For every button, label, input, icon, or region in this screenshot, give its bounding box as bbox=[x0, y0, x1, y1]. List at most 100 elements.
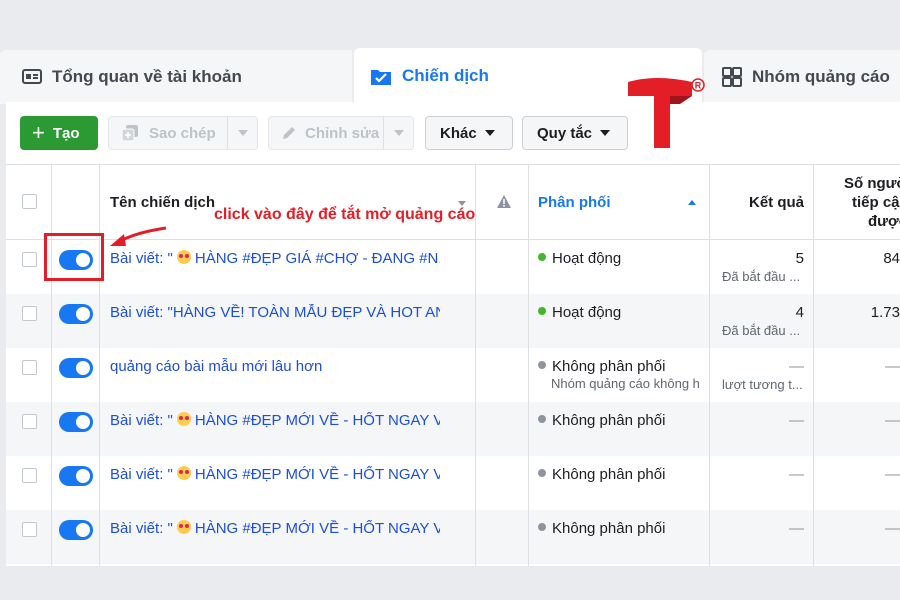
campaign-name-link[interactable]: quảng cáo bài mẫu mới lâu hơn bbox=[110, 358, 440, 375]
result-sub: Đã bắt đầu ... bbox=[722, 269, 801, 284]
warning-icon bbox=[496, 194, 512, 214]
name-text: HÀNG #ĐẸP MỚI VỀ - HỐT NGAY V... bbox=[194, 520, 440, 537]
rules-button[interactable]: Quy tắc bbox=[522, 116, 628, 150]
rules-label: Quy tắc bbox=[537, 124, 593, 142]
campaign-toggle[interactable] bbox=[59, 304, 93, 324]
header-campaign-name[interactable]: Tên chiến dịch bbox=[110, 194, 215, 211]
table-row: Bài viết: " HÀNG #ĐẸP MỚI VỀ - HỐT NGAY V… bbox=[6, 402, 900, 456]
row-checkbox[interactable] bbox=[22, 252, 37, 267]
more-label: Khác bbox=[440, 124, 477, 142]
page-footer bbox=[0, 566, 900, 600]
delivery-label: Hoạt động bbox=[552, 250, 622, 267]
heart-eyes-emoji-icon bbox=[176, 250, 191, 265]
edit-dropdown[interactable] bbox=[383, 117, 413, 149]
name-text: HÀNG #ĐẸP GIÁ #CHỢ - ĐANG #N... bbox=[194, 250, 440, 267]
column-divider bbox=[528, 164, 529, 566]
duplicate-icon bbox=[121, 124, 139, 142]
caret-down-icon bbox=[237, 130, 248, 136]
row-checkbox[interactable] bbox=[22, 360, 37, 375]
annotation-highlight-box bbox=[44, 233, 104, 281]
annotation-text: click vào đây để tắt mở quảng cáo bbox=[214, 206, 476, 223]
header-reach-line2[interactable]: tiếp cận bbox=[852, 194, 900, 211]
reach-value: — bbox=[885, 520, 900, 537]
name-text: HÀNG #ĐẸP MỚI VỀ - HỐT NGAY V... bbox=[194, 412, 440, 429]
name-text: HÀNG #ĐẸP MỚI VỀ - HỐT NGAY V... bbox=[194, 466, 440, 483]
column-divider bbox=[51, 164, 52, 566]
column-divider bbox=[99, 164, 100, 566]
delivery-label: Không phân phối bbox=[552, 466, 666, 483]
delivery-status: Không phân phối bbox=[538, 520, 708, 537]
campaign-toggle[interactable] bbox=[59, 358, 93, 378]
delivery-status: Không phân phối bbox=[538, 358, 708, 375]
tab-bar: Tổng quan về tài khoản Chiến dịch Nhóm q… bbox=[0, 0, 900, 104]
edit-label: Chỉnh sửa bbox=[305, 124, 380, 142]
reach-value: — bbox=[885, 412, 900, 429]
row-checkbox[interactable] bbox=[22, 522, 37, 537]
tab-label: Tổng quan về tài khoản bbox=[52, 67, 242, 86]
result-value: 5 bbox=[795, 250, 804, 267]
status-dot-icon bbox=[538, 469, 546, 478]
header-results[interactable]: Kết quả bbox=[749, 194, 804, 211]
column-divider bbox=[475, 164, 476, 566]
campaign-name-link[interactable]: Bài viết: " HÀNG #ĐẸP MỚI VỀ - HỐT NGAY V… bbox=[110, 520, 440, 537]
table-row: Bài viết: " HÀNG #ĐẸP MỚI VỀ - HỐT NGAY V… bbox=[6, 456, 900, 510]
status-dot-icon bbox=[538, 253, 546, 262]
campaign-name-link[interactable]: Bài viết: " HÀNG #ĐẸP MỚI VỀ - HỐT NGAY V… bbox=[110, 412, 440, 429]
delivery-label: Hoạt động bbox=[552, 304, 622, 321]
campaign-toggle[interactable] bbox=[59, 412, 93, 432]
campaign-name-link[interactable]: Bài viết: " HÀNG #ĐẸP MỚI VỀ - HỐT NGAY V… bbox=[110, 466, 440, 483]
table-row: quảng cáo bài mẫu mới lâu hơn Không phân… bbox=[6, 348, 900, 402]
status-dot-icon bbox=[538, 523, 546, 532]
row-checkbox[interactable] bbox=[22, 306, 37, 321]
name-prefix: Bài viết: " bbox=[110, 466, 173, 483]
heart-eyes-emoji-icon bbox=[176, 412, 191, 427]
result-value: — bbox=[789, 412, 804, 429]
status-dot-icon bbox=[538, 415, 546, 424]
column-divider bbox=[813, 164, 814, 566]
header-delivery[interactable]: Phân phối bbox=[538, 194, 611, 211]
campaign-toggle[interactable] bbox=[59, 466, 93, 486]
delivery-status: Không phân phối bbox=[538, 412, 708, 429]
folder-check-icon bbox=[370, 66, 392, 86]
result-value: 4 bbox=[795, 304, 804, 321]
name-prefix: Bài viết: " bbox=[110, 412, 173, 429]
grid-icon bbox=[722, 67, 742, 87]
delivery-status: Hoạt động bbox=[538, 304, 708, 321]
reach-value: — bbox=[885, 358, 900, 375]
row-checkbox[interactable] bbox=[22, 414, 37, 429]
more-button[interactable]: Khác bbox=[425, 116, 513, 150]
result-value: — bbox=[789, 466, 804, 483]
result-sub: Đã bắt đầu ... bbox=[722, 323, 801, 338]
header-reach-line3[interactable]: được bbox=[868, 213, 900, 230]
caret-down-icon bbox=[484, 130, 495, 136]
reach-value: — bbox=[885, 466, 900, 483]
plus-icon: + bbox=[32, 120, 45, 145]
tab-account-overview[interactable]: Tổng quan về tài khoản bbox=[0, 50, 352, 104]
select-all-checkbox[interactable] bbox=[22, 194, 37, 209]
campaign-name-link[interactable]: Bài viết: "HÀNG VỀ! TOÀN MẪU ĐẸP VÀ HOT … bbox=[110, 304, 440, 321]
heart-eyes-emoji-icon bbox=[176, 466, 191, 481]
delivery-status: Hoạt động bbox=[538, 250, 708, 267]
row-checkbox[interactable] bbox=[22, 468, 37, 483]
heart-eyes-emoji-icon bbox=[176, 520, 191, 535]
header-reach-line1[interactable]: Số người bbox=[844, 175, 900, 192]
column-divider bbox=[709, 164, 710, 566]
delivery-sub: Nhóm quảng cáo không h bbox=[551, 376, 700, 391]
create-button[interactable]: + Tạo bbox=[20, 116, 98, 150]
brand-logo: R bbox=[626, 74, 708, 152]
status-dot-icon bbox=[538, 361, 546, 370]
table-row: Bài viết: "HÀNG VỀ! TOÀN MẪU ĐẸP VÀ HOT … bbox=[6, 294, 900, 348]
duplicate-label: Sao chép bbox=[149, 124, 216, 142]
tab-label: Nhóm quảng cáo bbox=[752, 67, 890, 86]
delivery-label: Không phân phối bbox=[552, 412, 666, 429]
duplicate-button[interactable]: Sao chép bbox=[108, 116, 258, 150]
delivery-status: Không phân phối bbox=[538, 466, 708, 483]
pencil-icon bbox=[281, 125, 297, 141]
tab-ad-sets[interactable]: Nhóm quảng cáo bbox=[704, 50, 900, 104]
campaign-toggle[interactable] bbox=[59, 520, 93, 540]
table-row: Bài viết: " HÀNG #ĐẸP MỚI VỀ - HỐT NGAY V… bbox=[6, 510, 900, 564]
delivery-label: Không phân phối bbox=[552, 520, 666, 537]
edit-button[interactable]: Chỉnh sửa bbox=[268, 116, 414, 150]
duplicate-dropdown[interactable] bbox=[227, 117, 257, 149]
result-sub: lượt tương t... bbox=[722, 377, 803, 392]
